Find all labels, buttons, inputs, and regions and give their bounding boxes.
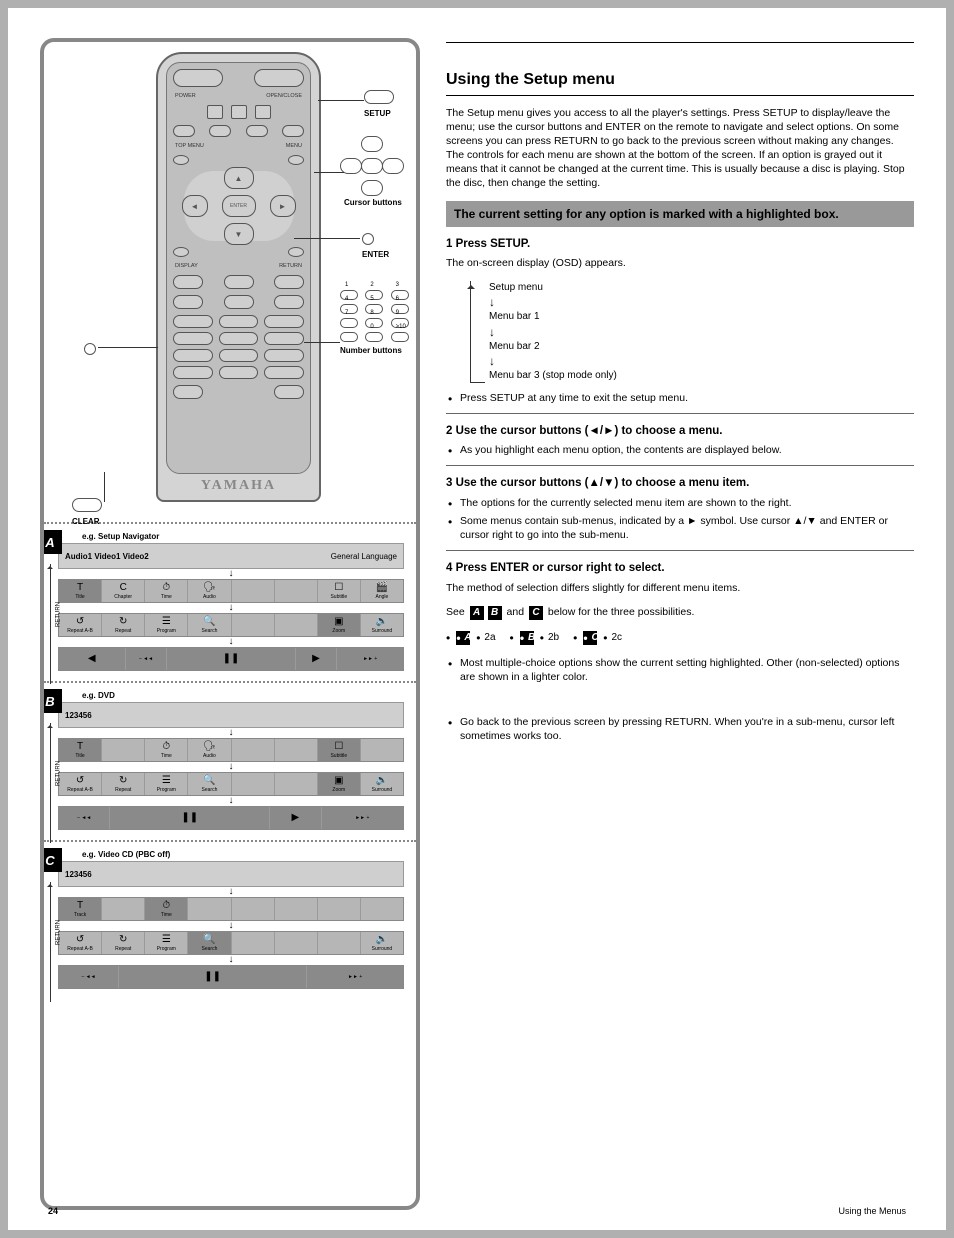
step2-title: 2 Use the cursor buttons (◄/►) to choose… — [446, 424, 914, 440]
down-button: ▼ — [224, 223, 254, 245]
pause-button — [231, 105, 247, 119]
repeat-button — [173, 295, 203, 309]
clear-callout: CLEAR — [72, 498, 102, 526]
up-button: ▲ — [224, 167, 254, 189]
setup-button — [173, 385, 203, 399]
random-button — [274, 295, 304, 309]
enter-callout: ENTER — [362, 232, 389, 259]
step3-title: 3 Use the cursor buttons (▲/▼) to choose… — [446, 476, 914, 492]
transport-a: ◀ – ◄◄ ❚❚ ▶ ►► + — [58, 647, 404, 671]
iconbar-a2: ↺Repeat A-B ↻Repeat ☰Program 🔍Search ▣Zo… — [58, 613, 404, 637]
left-button: ◄ — [182, 195, 208, 217]
section-letter-a: A — [40, 530, 62, 554]
topbar-a: Audio1 Video1 Video2 General Language — [58, 543, 404, 569]
section-letter-b: B — [40, 689, 62, 713]
transport-c: – ◄◄ ❚❚ ►► + — [58, 965, 404, 989]
section-letter-c: C — [40, 848, 62, 872]
topbar-c: 123456 — [58, 861, 404, 887]
step4-note2: Go back to the previous screen by pressi… — [446, 715, 914, 743]
text-column: Using the Setup menu The Setup menu give… — [446, 38, 914, 1210]
iconbar-a1: TTitle CChapter ⏱Time 🗣Audio ☐Subtitle 🎬… — [58, 579, 404, 603]
section-note-b: e.g. DVD — [82, 691, 404, 700]
step4-note1: Most multiple-choice options show the cu… — [446, 656, 914, 684]
flow-note: Press SETUP at any time to exit the setu… — [446, 391, 914, 405]
step1-body: The on-screen display (OSD) appears. — [446, 256, 914, 270]
stop-button — [207, 105, 223, 119]
setup-left-callout — [84, 342, 96, 360]
step4-sub: The method of selection differs slightly… — [446, 581, 914, 595]
menu-example-c: C e.g. Video CD (PBC off) RETURN 123456 … — [44, 842, 416, 999]
setup-callout: SETUP — [364, 90, 394, 118]
numbers-callout: 123 456 789 0>10 Number buttons — [340, 290, 410, 355]
page-title: Using the Setup menu — [446, 69, 914, 91]
iconbar-c1: TTrack ⏱Time — [58, 897, 404, 921]
top-menu-button — [173, 155, 189, 165]
return-button — [288, 247, 304, 257]
section-note-a: e.g. Setup Navigator — [82, 532, 404, 541]
rew-step-button — [173, 125, 195, 137]
page-footer: Using the Menus — [838, 1206, 906, 1216]
angle-button — [274, 275, 304, 289]
number-pad — [173, 315, 304, 379]
menu-button — [288, 155, 304, 165]
ab-button — [224, 295, 254, 309]
page-number: 24 — [48, 1206, 58, 1216]
ff-step-button — [209, 125, 231, 137]
remote-body: POWEROPEN/CLOSE TOP MENUMENU — [156, 52, 321, 502]
clear-button — [274, 385, 304, 399]
topbar-b: 123456 — [58, 702, 404, 728]
right-button: ► — [270, 195, 296, 217]
power-button — [173, 69, 223, 87]
iconbar-b1: TTitle ⏱Time 🗣Audio ☐Subtitle — [58, 738, 404, 762]
enter-button: ENTER — [222, 195, 256, 217]
dpad-cluster: ▲ ▼ ◄ ► ENTER — [184, 171, 294, 241]
subtitle-button — [173, 275, 203, 289]
iconbar-b2: ↺Repeat A-B ↻Repeat ☰Program 🔍Search ▣Zo… — [58, 772, 404, 796]
remote-illustration: POWEROPEN/CLOSE TOP MENUMENU — [44, 42, 416, 522]
transport-b: – ◄◄ ❚❚ ▶ ►► + — [58, 806, 404, 830]
step1-title: 1 Press SETUP. — [446, 237, 914, 253]
menu-example-a: A e.g. Setup Navigator RETURN Audio1 Vid… — [44, 524, 416, 681]
step3-note2: Some menus contain sub-menus, indicated … — [446, 514, 914, 542]
ff-scan-button — [282, 125, 304, 137]
play-button — [255, 105, 271, 119]
step4-title: 4 Press ENTER or cursor right to select. — [446, 561, 914, 577]
abc-options: A 2a B 2b C 2c — [446, 630, 914, 646]
display-button — [173, 247, 189, 257]
abc-intro: See AB and C below for the three possibi… — [446, 605, 914, 620]
intro-text: The Setup menu gives you access to all t… — [446, 106, 914, 191]
step2-note: As you highlight each menu option, the c… — [446, 443, 914, 457]
cursor-callout: Cursor buttons — [344, 138, 402, 207]
flow-diagram: Setup menu ↓ Menu bar 1 ↓ Menu bar 2 ↓ M… — [470, 281, 914, 383]
brand-logo: YAMAHA — [201, 474, 276, 500]
rew-scan-button — [246, 125, 268, 137]
illustration-panel: POWEROPEN/CLOSE TOP MENUMENU — [40, 38, 420, 1210]
highlight-bar: The current setting for any option is ma… — [446, 201, 914, 227]
audio-button — [224, 275, 254, 289]
section-note-c: e.g. Video CD (PBC off) — [82, 850, 404, 859]
open-close-button — [254, 69, 304, 87]
menu-example-b: B e.g. DVD RETURN 123456 ↓ TTitle ⏱Time … — [44, 683, 416, 840]
step3-note1: The options for the currently selected m… — [446, 496, 914, 510]
iconbar-c2: ↺Repeat A-B ↻Repeat ☰Program 🔍Search 🔊Su… — [58, 931, 404, 955]
